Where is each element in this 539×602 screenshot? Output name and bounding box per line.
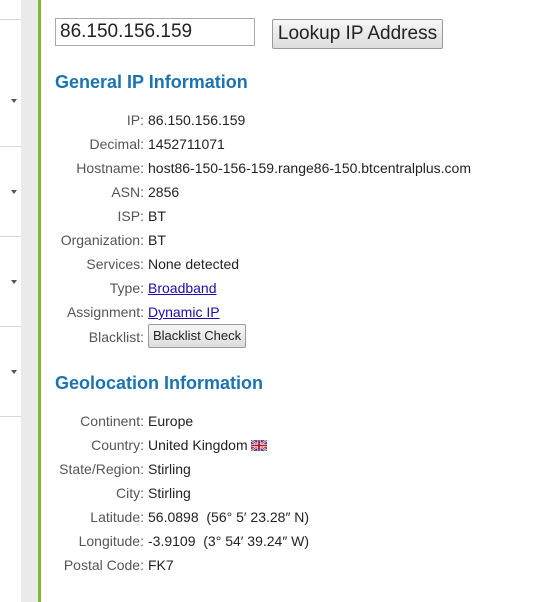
- info-row-type: Type: Broadband: [41, 280, 539, 304]
- row-label: Postal Code:: [63, 557, 144, 573]
- row-label: Organization:: [60, 232, 144, 248]
- info-row-ip: IP: 86.150.156.159: [41, 112, 539, 136]
- row-label: City:: [116, 485, 144, 501]
- sidebar-item[interactable]: [0, 19, 21, 147]
- row-value: 56.0898 (56° 5′ 23.28″ N): [148, 509, 310, 525]
- row-value: 1452711071: [148, 136, 225, 152]
- row-value: United Kingdom: [148, 437, 267, 453]
- general-ip-heading: General IP Information: [55, 72, 248, 92]
- row-label: Longitude:: [78, 533, 144, 549]
- type-link[interactable]: Broadband: [148, 280, 217, 296]
- chevron-down-icon: [11, 370, 17, 374]
- row-label: State/Region:: [59, 461, 144, 477]
- row-label: ISP:: [117, 208, 144, 224]
- main-content: Lookup IP Address General IP Information…: [41, 0, 539, 602]
- sidebar-item[interactable]: [0, 236, 21, 327]
- info-row-organization: Organization: BT: [41, 232, 539, 256]
- row-value: Broadband: [148, 280, 217, 296]
- info-row-hostname: Hostname: host86-150-156-159.range86-150…: [41, 160, 539, 184]
- row-label: Latitude:: [90, 509, 144, 525]
- row-label: Decimal:: [89, 136, 144, 152]
- country-name: United Kingdom: [148, 437, 248, 453]
- assignment-link[interactable]: Dynamic IP: [148, 304, 220, 320]
- row-value: -3.9109 (3° 54′ 39.24″ W): [148, 533, 310, 549]
- row-label: Type:: [109, 280, 144, 296]
- row-value: 86.150.156.159: [148, 112, 246, 128]
- row-value: Stirling: [148, 485, 191, 501]
- row-value: Europe: [148, 413, 194, 429]
- geo-row-continent: Continent: Europe: [41, 413, 539, 437]
- info-row-blacklist: Blacklist: Blacklist Check: [41, 324, 539, 353]
- row-value: None detected: [148, 256, 240, 272]
- row-label: Country:: [91, 437, 144, 453]
- geo-row-latitude: Latitude: 56.0898 (56° 5′ 23.28″ N): [41, 509, 539, 533]
- row-label: Services:: [86, 256, 144, 272]
- lookup-ip-button[interactable]: Lookup IP Address: [272, 19, 443, 49]
- row-value: BT: [148, 208, 166, 224]
- chevron-down-icon: [11, 280, 17, 284]
- row-label: ASN:: [111, 184, 144, 200]
- row-label: Continent:: [80, 413, 144, 429]
- geo-row-longitude: Longitude: -3.9109 (3° 54′ 39.24″ W): [41, 533, 539, 557]
- info-row-asn: ASN: 2856: [41, 184, 539, 208]
- info-row-services: Services: None detected: [41, 256, 539, 280]
- geo-row-state: State/Region: Stirling: [41, 461, 539, 485]
- row-label: Assignment:: [66, 304, 144, 320]
- sidebar-item[interactable]: [0, 326, 21, 417]
- geo-row-country: Country: United Kingdom: [41, 437, 539, 461]
- row-label: Hostname:: [76, 160, 144, 176]
- row-value: 2856: [148, 184, 180, 200]
- blacklist-check-button[interactable]: Blacklist Check: [148, 324, 247, 348]
- chevron-down-icon: [11, 190, 17, 194]
- chevron-down-icon: [11, 99, 17, 103]
- left-sidebar: [0, 0, 21, 602]
- geo-row-postal-code: Postal Code: FK7: [41, 557, 539, 581]
- info-row-decimal: Decimal: 1452711071: [41, 136, 539, 160]
- geolocation-heading: Geolocation Information: [55, 373, 264, 393]
- row-label: Blacklist:: [88, 329, 144, 345]
- info-row-assignment: Assignment: Dynamic IP: [41, 304, 539, 328]
- sidebar-item[interactable]: [0, 146, 21, 237]
- row-value: BT: [148, 232, 166, 248]
- info-row-isp: ISP: BT: [41, 208, 539, 232]
- row-value: host86-150-156-159.range86-150.btcentral…: [148, 160, 471, 176]
- row-value: FK7: [148, 557, 174, 573]
- uk-flag-icon: [250, 440, 267, 451]
- geo-row-city: City: Stirling: [41, 485, 539, 509]
- row-label: IP:: [126, 112, 144, 128]
- row-value: Dynamic IP: [148, 304, 220, 320]
- row-value: Stirling: [148, 461, 191, 477]
- ip-search-input[interactable]: [55, 18, 255, 46]
